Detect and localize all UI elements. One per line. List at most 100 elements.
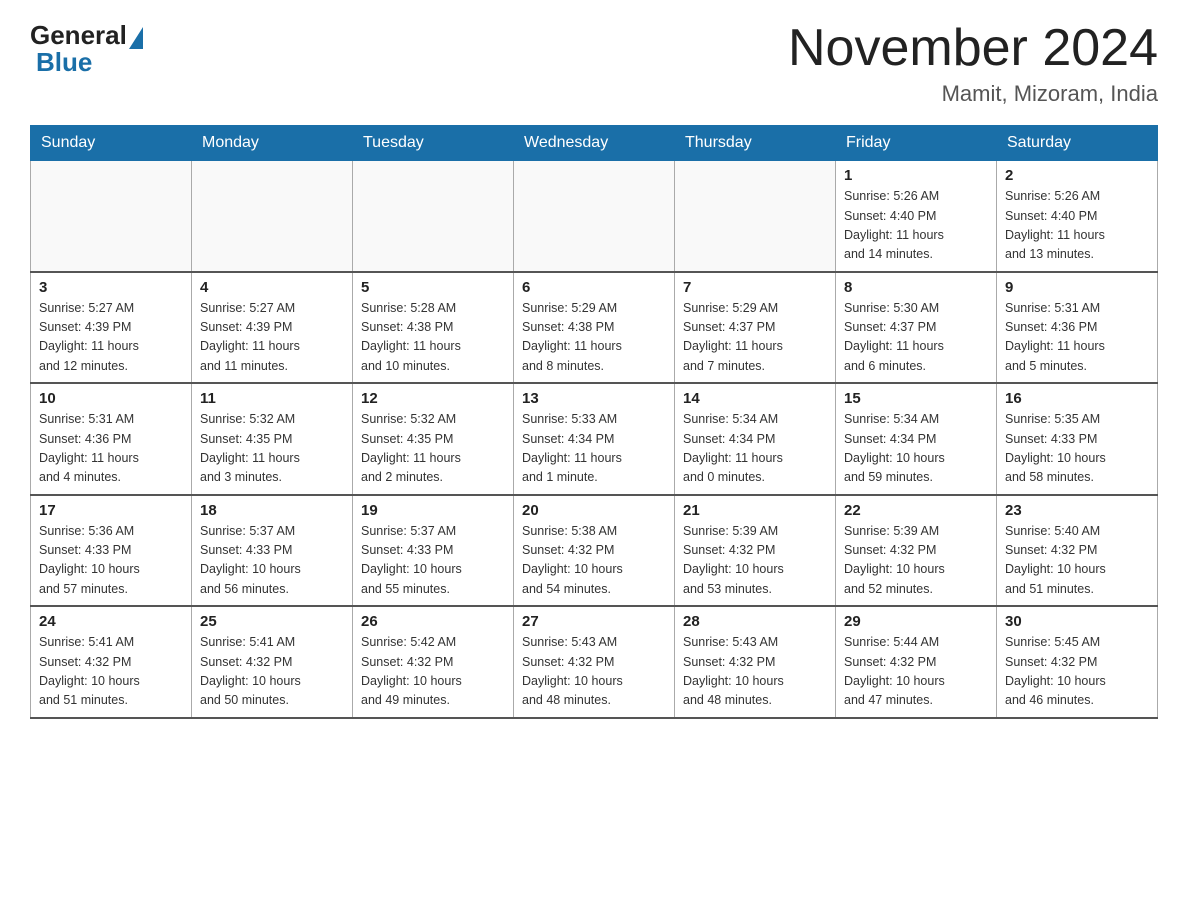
day-number: 7 — [683, 279, 827, 296]
calendar-cell: 29Sunrise: 5:44 AM Sunset: 4:32 PM Dayli… — [836, 606, 997, 718]
day-number: 17 — [39, 502, 183, 519]
day-info: Sunrise: 5:32 AM Sunset: 4:35 PM Dayligh… — [361, 410, 505, 488]
day-number: 19 — [361, 502, 505, 519]
day-number: 3 — [39, 279, 183, 296]
day-info: Sunrise: 5:42 AM Sunset: 4:32 PM Dayligh… — [361, 633, 505, 711]
calendar-week-4: 17 Sunrise: 5:36 AM Sunset: 4:33 PM Dayli… — [31, 495, 1158, 607]
day-info: Sunrise: 5:39 AM Sunset: 4:32 PM Dayligh… — [683, 522, 827, 600]
day-number: 20 — [522, 502, 666, 519]
day-number: 11 — [200, 390, 344, 407]
calendar-cell: 24Sunrise: 5:41 AM Sunset: 4:32 PM Dayli… — [31, 606, 192, 718]
day-number: 1 — [844, 167, 988, 184]
calendar-cell: 15 Sunrise: 5:34 AM Sunset: 4:34 PM Dayli… — [836, 383, 997, 495]
day-info: Sunrise: 5:29 AM Sunset: 4:37 PM Dayligh… — [683, 299, 827, 377]
day-number: 21 — [683, 502, 827, 519]
day-info: Sunrise: 5:27 AM Sunset: 4:39 PM Dayligh… — [39, 299, 183, 377]
logo: General Blue — [30, 20, 143, 78]
calendar-cell: 4Sunrise: 5:27 AM Sunset: 4:39 PM Daylig… — [192, 272, 353, 384]
day-number: 13 — [522, 390, 666, 407]
day-info: Sunrise: 5:34 AM Sunset: 4:34 PM Dayligh… — [683, 410, 827, 488]
weekday-header-row: SundayMondayTuesdayWednesdayThursdayFrid… — [31, 126, 1158, 161]
day-info: Sunrise: 5:37 AM Sunset: 4:33 PM Dayligh… — [200, 522, 344, 600]
calendar-cell: 11 Sunrise: 5:32 AM Sunset: 4:35 PM Dayli… — [192, 383, 353, 495]
calendar-cell — [31, 161, 192, 272]
calendar-cell — [514, 161, 675, 272]
day-number: 15 — [844, 390, 988, 407]
calendar-week-5: 24Sunrise: 5:41 AM Sunset: 4:32 PM Dayli… — [31, 606, 1158, 718]
calendar-table: SundayMondayTuesdayWednesdayThursdayFrid… — [30, 125, 1158, 719]
calendar-cell: 23Sunrise: 5:40 AM Sunset: 4:32 PM Dayli… — [997, 495, 1158, 607]
day-info: Sunrise: 5:26 AM Sunset: 4:40 PM Dayligh… — [844, 187, 988, 265]
day-number: 5 — [361, 279, 505, 296]
calendar-cell: 26 Sunrise: 5:42 AM Sunset: 4:32 PM Dayli… — [353, 606, 514, 718]
calendar-body: 1 Sunrise: 5:26 AM Sunset: 4:40 PM Daylig… — [31, 161, 1158, 718]
day-number: 16 — [1005, 390, 1149, 407]
day-number: 4 — [200, 279, 344, 296]
calendar-cell: 18 Sunrise: 5:37 AM Sunset: 4:33 PM Dayli… — [192, 495, 353, 607]
page-header: General Blue November 2024 Mamit, Mizora… — [30, 20, 1158, 107]
day-info: Sunrise: 5:35 AM Sunset: 4:33 PM Dayligh… — [1005, 410, 1149, 488]
weekday-header-sunday: Sunday — [31, 126, 192, 161]
weekday-header-tuesday: Tuesday — [353, 126, 514, 161]
day-info: Sunrise: 5:37 AM Sunset: 4:33 PM Dayligh… — [361, 522, 505, 600]
calendar-cell: 17 Sunrise: 5:36 AM Sunset: 4:33 PM Dayli… — [31, 495, 192, 607]
day-number: 29 — [844, 613, 988, 630]
weekday-header-thursday: Thursday — [675, 126, 836, 161]
calendar-cell: 16 Sunrise: 5:35 AM Sunset: 4:33 PM Dayli… — [997, 383, 1158, 495]
calendar-cell — [675, 161, 836, 272]
weekday-header-friday: Friday — [836, 126, 997, 161]
day-info: Sunrise: 5:33 AM Sunset: 4:34 PM Dayligh… — [522, 410, 666, 488]
calendar-cell: 19 Sunrise: 5:37 AM Sunset: 4:33 PM Dayli… — [353, 495, 514, 607]
day-number: 28 — [683, 613, 827, 630]
calendar-cell: 6 Sunrise: 5:29 AM Sunset: 4:38 PM Daylig… — [514, 272, 675, 384]
day-info: Sunrise: 5:36 AM Sunset: 4:33 PM Dayligh… — [39, 522, 183, 600]
calendar-cell: 5 Sunrise: 5:28 AM Sunset: 4:38 PM Daylig… — [353, 272, 514, 384]
day-info: Sunrise: 5:43 AM Sunset: 4:32 PM Dayligh… — [522, 633, 666, 711]
day-info: Sunrise: 5:29 AM Sunset: 4:38 PM Dayligh… — [522, 299, 666, 377]
day-number: 24 — [39, 613, 183, 630]
calendar-cell: 2Sunrise: 5:26 AM Sunset: 4:40 PM Daylig… — [997, 161, 1158, 272]
day-info: Sunrise: 5:30 AM Sunset: 4:37 PM Dayligh… — [844, 299, 988, 377]
calendar-cell: 28Sunrise: 5:43 AM Sunset: 4:32 PM Dayli… — [675, 606, 836, 718]
day-info: Sunrise: 5:34 AM Sunset: 4:34 PM Dayligh… — [844, 410, 988, 488]
calendar-cell: 10 Sunrise: 5:31 AM Sunset: 4:36 PM Dayli… — [31, 383, 192, 495]
month-title: November 2024 — [788, 20, 1158, 77]
day-info: Sunrise: 5:26 AM Sunset: 4:40 PM Dayligh… — [1005, 187, 1149, 265]
calendar-cell: 13 Sunrise: 5:33 AM Sunset: 4:34 PM Dayli… — [514, 383, 675, 495]
day-number: 9 — [1005, 279, 1149, 296]
calendar-week-2: 3 Sunrise: 5:27 AM Sunset: 4:39 PM Daylig… — [31, 272, 1158, 384]
calendar-cell: 1 Sunrise: 5:26 AM Sunset: 4:40 PM Daylig… — [836, 161, 997, 272]
day-number: 26 — [361, 613, 505, 630]
day-info: Sunrise: 5:28 AM Sunset: 4:38 PM Dayligh… — [361, 299, 505, 377]
calendar-cell: 9Sunrise: 5:31 AM Sunset: 4:36 PM Daylig… — [997, 272, 1158, 384]
calendar-cell — [192, 161, 353, 272]
day-number: 25 — [200, 613, 344, 630]
weekday-header-monday: Monday — [192, 126, 353, 161]
day-info: Sunrise: 5:45 AM Sunset: 4:32 PM Dayligh… — [1005, 633, 1149, 711]
weekday-header-wednesday: Wednesday — [514, 126, 675, 161]
day-number: 18 — [200, 502, 344, 519]
day-number: 6 — [522, 279, 666, 296]
weekday-header-saturday: Saturday — [997, 126, 1158, 161]
calendar-cell: 27Sunrise: 5:43 AM Sunset: 4:32 PM Dayli… — [514, 606, 675, 718]
calendar-cell: 12Sunrise: 5:32 AM Sunset: 4:35 PM Dayli… — [353, 383, 514, 495]
calendar-cell: 22Sunrise: 5:39 AM Sunset: 4:32 PM Dayli… — [836, 495, 997, 607]
logo-triangle-icon — [129, 27, 143, 49]
calendar-cell: 30 Sunrise: 5:45 AM Sunset: 4:32 PM Dayli… — [997, 606, 1158, 718]
day-info: Sunrise: 5:32 AM Sunset: 4:35 PM Dayligh… — [200, 410, 344, 488]
day-info: Sunrise: 5:31 AM Sunset: 4:36 PM Dayligh… — [39, 410, 183, 488]
calendar-week-3: 10 Sunrise: 5:31 AM Sunset: 4:36 PM Dayli… — [31, 383, 1158, 495]
day-info: Sunrise: 5:38 AM Sunset: 4:32 PM Dayligh… — [522, 522, 666, 600]
calendar-cell: 25Sunrise: 5:41 AM Sunset: 4:32 PM Dayli… — [192, 606, 353, 718]
day-number: 8 — [844, 279, 988, 296]
logo-blue-text: Blue — [36, 47, 92, 78]
calendar-cell: 8 Sunrise: 5:30 AM Sunset: 4:37 PM Daylig… — [836, 272, 997, 384]
calendar-cell: 20 Sunrise: 5:38 AM Sunset: 4:32 PM Dayli… — [514, 495, 675, 607]
day-info: Sunrise: 5:39 AM Sunset: 4:32 PM Dayligh… — [844, 522, 988, 600]
day-number: 30 — [1005, 613, 1149, 630]
day-number: 10 — [39, 390, 183, 407]
calendar-cell — [353, 161, 514, 272]
day-info: Sunrise: 5:40 AM Sunset: 4:32 PM Dayligh… — [1005, 522, 1149, 600]
calendar-cell: 21 Sunrise: 5:39 AM Sunset: 4:32 PM Dayli… — [675, 495, 836, 607]
calendar-week-1: 1 Sunrise: 5:26 AM Sunset: 4:40 PM Daylig… — [31, 161, 1158, 272]
